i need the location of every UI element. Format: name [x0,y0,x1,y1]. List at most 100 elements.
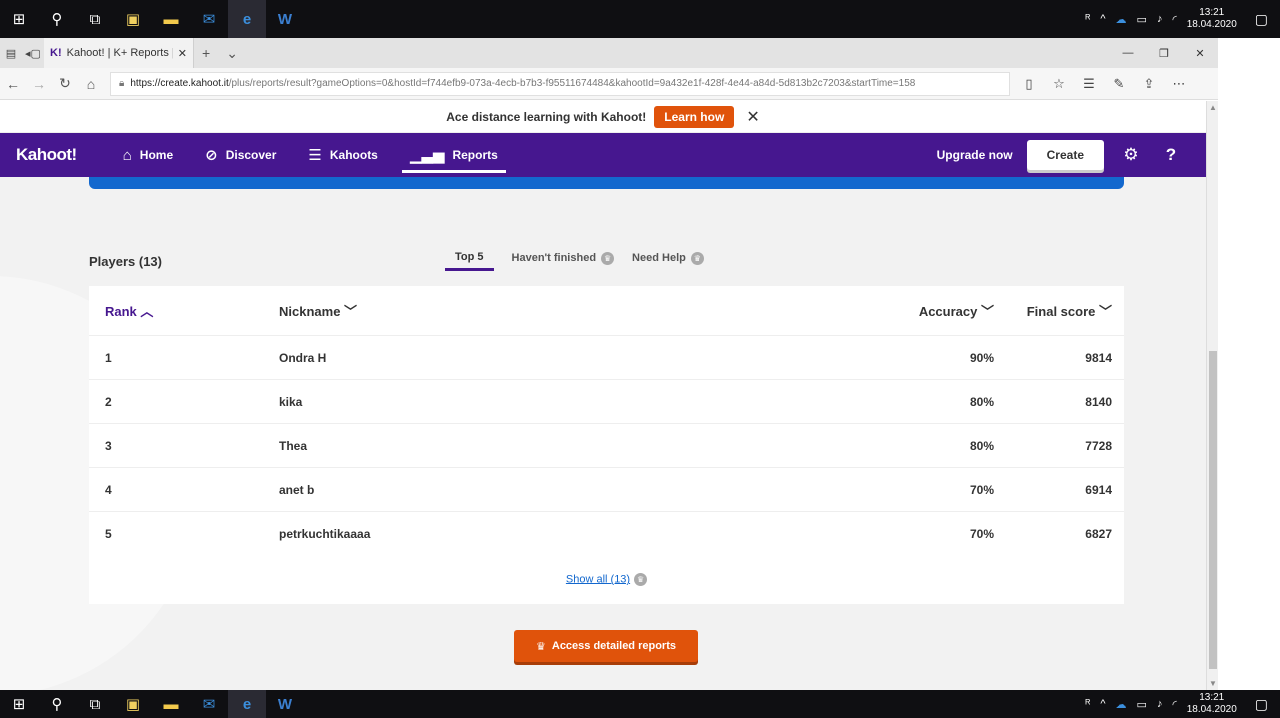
banner-close-icon[interactable]: ✕ [746,107,759,127]
tab-top5[interactable]: Top 5 [445,251,494,271]
banner-text: Ace distance learning with Kahoot! [446,109,647,124]
tab-list-chevron-icon[interactable]: ⌄ [218,45,246,62]
sort-nickname[interactable]: Nickname ﹀ [279,301,679,320]
chevron-up-icon[interactable]: ^ [1100,13,1105,25]
nav-reports[interactable]: ▁▃▅ Reports [394,133,514,177]
scroll-down-icon[interactable]: ▼ [1209,679,1217,688]
volume-icon[interactable]: ♪ [1157,698,1163,710]
store-icon[interactable]: ▣ [114,690,152,718]
people-icon[interactable]: ᴿ [1085,698,1090,710]
favorite-star-icon[interactable]: ☆ [1048,76,1070,92]
kahoot-logo[interactable]: Kahoot! [0,145,107,165]
word-icon[interactable]: W [266,690,304,718]
players-header: Players (13) Top 5 Haven't finished ♛ Nee… [89,249,1124,273]
nav-home[interactable]: ⌂ Home [107,133,189,177]
word-icon[interactable]: W [266,0,304,38]
task-view-icon[interactable]: ⧉ [76,690,114,718]
desktop-gutter [1218,38,1280,690]
new-tab-icon[interactable]: + [194,45,218,61]
refresh-icon[interactable]: ↻ [52,75,78,92]
store-icon[interactable]: ▣ [114,0,152,38]
search-icon[interactable]: ⚲ [38,0,76,38]
notification-icon[interactable]: ▢ [1255,696,1268,713]
tab-need-help[interactable]: Need Help ♛ [632,251,704,271]
cloud-icon[interactable]: ☁ [1116,13,1127,26]
browser-tab-kahoot[interactable]: K! Kahoot! | K+ Reports | R ✕ [44,38,194,68]
wifi-icon[interactable]: ◜ [1172,13,1176,26]
upgrade-now-link[interactable]: Upgrade now [937,148,1013,162]
table-row[interactable]: 1 Ondra H 90% 9814 [89,336,1124,380]
volume-icon[interactable]: ♪ [1157,13,1163,25]
gear-icon[interactable]: ⚙ [1118,145,1144,165]
create-button[interactable]: Create [1026,140,1104,170]
restore-icon[interactable]: ❐ [1146,47,1182,60]
windows-start-icon[interactable]: ⊞ [0,690,38,718]
tab-havent-finished[interactable]: Haven't finished ♛ [512,251,615,271]
edge-icon[interactable]: e [228,690,266,718]
page-viewport: Ace distance learning with Kahoot! Learn… [0,101,1206,690]
battery-icon[interactable]: ▭ [1137,698,1147,711]
browser-toolbar: ▯ ☆ ☰ ✎ ⇪ ⋯ [1018,76,1190,92]
taskbar-top: ⊞ ⚲ ⧉ ▣ ▬ ✉ e W ᴿ ^ ☁ ▭ ♪ ◜ 13:21 18.04.… [0,0,1280,38]
list-icon: ☰ [308,147,322,164]
notification-icon[interactable]: ▢ [1255,11,1268,28]
file-explorer-icon[interactable]: ▬ [152,0,190,38]
sort-rank[interactable]: Rank ︿ [89,301,279,320]
edge-icon[interactable]: e [228,0,266,38]
scroll-thumb[interactable] [1209,351,1217,669]
task-view-icon[interactable]: ⧉ [76,0,114,38]
page-scrollbar[interactable]: ▲ ▼ [1206,101,1218,690]
show-all-link[interactable]: Show all (13) ♛ [89,573,1124,586]
sort-final-score[interactable]: Final score ﹀ [994,301,1124,320]
crown-icon: ♛ [690,251,704,265]
tab-manager-icon[interactable]: ▤ [0,47,22,60]
table-row[interactable]: 3 Thea 80% 7728 [89,424,1124,468]
table-header: Rank ︿ Nickname ﹀ Accuracy ﹀ Final score… [89,286,1124,336]
access-detailed-reports-button[interactable]: ♛ Access detailed reports [514,630,698,662]
scroll-up-icon[interactable]: ▲ [1209,103,1217,112]
mail-icon[interactable]: ✉ [190,0,228,38]
set-aside-tabs-icon[interactable]: ◂▢ [22,47,44,60]
forward-icon[interactable]: → [26,76,52,92]
mail-icon[interactable]: ✉ [190,690,228,718]
compass-icon: ⊘ [205,147,218,164]
back-icon[interactable]: ← [0,76,26,92]
close-window-icon[interactable]: ✕ [1182,47,1218,60]
share-icon[interactable]: ⇪ [1138,76,1160,92]
sort-accuracy[interactable]: Accuracy ﹀ [679,301,994,320]
table-row[interactable]: 2 kika 80% 8140 [89,380,1124,424]
people-icon[interactable]: ᴿ [1085,13,1090,25]
table-row[interactable]: 5 petrkuchtikaaaa 70% 6827 [89,512,1124,556]
reading-view-icon[interactable]: ▯ [1018,76,1040,92]
more-icon[interactable]: ⋯ [1168,76,1190,92]
nav-kahoots[interactable]: ☰ Kahoots [292,133,393,177]
pen-icon[interactable]: ✎ [1108,76,1130,92]
kahoot-favicon-icon: K! [50,47,62,59]
search-icon[interactable]: ⚲ [38,690,76,718]
file-explorer-icon[interactable]: ▬ [152,690,190,718]
chevron-down-icon: ﹀ [1098,304,1112,319]
crown-icon: ♛ [601,251,615,265]
home-icon[interactable]: ⌂ [78,76,104,92]
system-tray: ᴿ ^ ☁ ▭ ♪ ◜ 13:21 18.04.2020 ▢ [1085,7,1280,31]
help-icon[interactable]: ? [1158,145,1184,165]
battery-icon[interactable]: ▭ [1137,13,1147,26]
players-title: Players (13) [89,253,162,269]
report-header-strip [89,177,1124,189]
learn-how-button[interactable]: Learn how [654,105,735,128]
address-bar-row: ← → ↻ ⌂ 🔒︎ https://create.kahoot.it/plus… [0,68,1218,100]
players-tabs: Top 5 Haven't finished ♛ Need Help ♛ [445,251,704,271]
chevron-up-icon: ︿ [140,304,154,319]
clock[interactable]: 13:21 18.04.2020 [1187,7,1237,31]
cloud-icon[interactable]: ☁ [1116,698,1127,711]
clock[interactable]: 13:21 18.04.2020 [1187,692,1237,716]
nav-discover[interactable]: ⊘ Discover [189,133,292,177]
close-tab-icon[interactable]: ✕ [178,47,187,60]
url-field[interactable]: 🔒︎ https://create.kahoot.it/plus/reports… [110,71,1010,96]
chevron-up-icon[interactable]: ^ [1100,698,1105,710]
wifi-icon[interactable]: ◜ [1172,698,1176,711]
favorites-list-icon[interactable]: ☰ [1078,76,1100,92]
minimize-icon[interactable]: — [1110,47,1146,60]
table-row[interactable]: 4 anet b 70% 6914 [89,468,1124,512]
windows-start-icon[interactable]: ⊞ [0,0,38,38]
